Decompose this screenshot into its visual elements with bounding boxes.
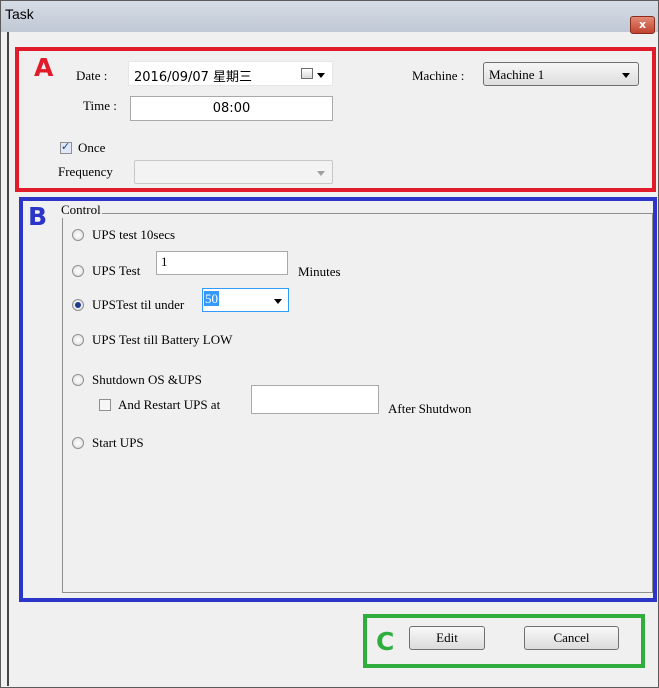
chevron-down-icon[interactable] <box>274 299 282 304</box>
option-ups-test-label: UPS Test <box>92 263 141 278</box>
option-ups-test-under-label: UPSTest til under <box>92 297 185 312</box>
machine-value: Machine 1 <box>489 67 545 82</box>
task-dialog: Task x A Date : 2016/09/07 星期三 Time : 08… <box>0 0 659 688</box>
edit-button[interactable]: Edit <box>409 626 485 650</box>
chevron-down-icon[interactable] <box>622 73 630 78</box>
time-label: Time : <box>83 98 117 113</box>
annotation-label-b: B <box>28 202 48 231</box>
minutes-label: Minutes <box>298 264 341 279</box>
frequency-label: Frequency <box>58 164 113 179</box>
radio-start-ups[interactable] <box>72 437 84 449</box>
ups-test-minutes-value: 1 <box>161 254 168 269</box>
radio-ups-test-under[interactable] <box>72 299 84 311</box>
radio-ups-test[interactable] <box>72 265 84 277</box>
restart-checkbox[interactable] <box>99 399 111 411</box>
under-value-select[interactable]: 50 <box>202 288 289 312</box>
ups-test-minutes-input[interactable]: 1 <box>156 251 288 275</box>
date-value: 2016/09/07 星期三 <box>134 70 253 85</box>
calendar-icon[interactable] <box>301 68 313 79</box>
radio-ups-test-battery-low[interactable] <box>72 334 84 346</box>
option-start-ups-label: Start UPS <box>92 435 144 450</box>
after-shutdown-label: After Shutdwon <box>388 401 472 416</box>
machine-label: Machine : <box>412 68 465 83</box>
radio-shutdown[interactable] <box>72 374 84 386</box>
option-ups-test-battery-low-label: UPS Test till Battery LOW <box>92 332 233 347</box>
title-bar[interactable]: Task x <box>1 1 658 34</box>
cancel-button[interactable]: Cancel <box>524 626 619 650</box>
window-title: Task <box>5 6 34 22</box>
under-value: 50 <box>204 291 219 306</box>
time-value: 08:00 <box>212 101 251 116</box>
option-shutdown-label: Shutdown OS &UPS <box>92 372 202 387</box>
once-label: Once <box>78 140 106 155</box>
annotation-label-c: C <box>376 627 395 656</box>
time-field[interactable]: 08:00 <box>130 96 333 121</box>
machine-select[interactable]: Machine 1 <box>483 62 639 86</box>
annotation-label-a: A <box>34 53 54 82</box>
chevron-down-icon <box>317 171 325 176</box>
option-ups-test-10secs-label: UPS test 10secs <box>92 227 176 242</box>
chevron-down-icon[interactable] <box>317 73 325 78</box>
close-button[interactable]: x <box>630 16 655 34</box>
restart-time-input[interactable] <box>251 385 379 414</box>
radio-ups-test-10secs[interactable] <box>72 229 84 241</box>
restart-label: And Restart UPS at <box>118 397 221 412</box>
control-group-label: Control <box>60 202 102 218</box>
once-checkbox[interactable] <box>60 140 72 154</box>
date-picker[interactable]: 2016/09/07 星期三 <box>128 61 333 86</box>
date-label: Date : <box>76 68 108 83</box>
window-inner-border <box>7 32 9 686</box>
frequency-select[interactable] <box>134 160 333 184</box>
